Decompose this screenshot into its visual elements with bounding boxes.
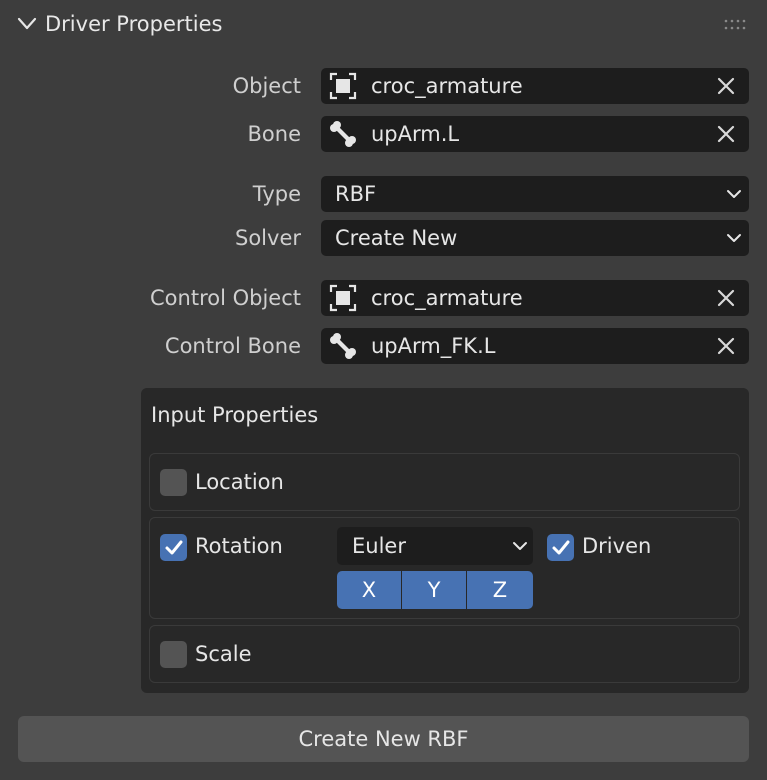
dropdown-icon	[513, 542, 527, 550]
close-icon[interactable]	[715, 123, 737, 145]
object-icon	[328, 71, 358, 101]
control-bone-label: Control Bone	[164, 334, 301, 358]
scale-checkbox[interactable]	[160, 641, 187, 668]
input-properties-title: Input Properties	[151, 403, 319, 427]
bone-value: upArm.L	[371, 122, 460, 146]
close-icon[interactable]	[715, 335, 737, 357]
panel-header[interactable]: Driver Properties	[0, 0, 767, 54]
object-icon	[328, 283, 358, 313]
location-label: Location	[195, 470, 284, 494]
type-label: Type	[252, 182, 301, 206]
object-value: croc_armature	[371, 74, 523, 98]
scale-label: Scale	[195, 642, 252, 666]
axis-y-toggle[interactable]: Y	[402, 571, 466, 609]
control-object-field[interactable]: croc_armature	[321, 280, 749, 316]
rotation-checkbox[interactable]	[160, 534, 187, 561]
bone-label: Bone	[247, 122, 301, 146]
driven-checkbox[interactable]	[547, 534, 574, 561]
create-new-rbf-button[interactable]: Create New RBF	[18, 716, 749, 762]
axis-x-toggle[interactable]: X	[337, 571, 401, 609]
control-object-value: croc_armature	[371, 286, 523, 310]
solver-value: Create New	[335, 226, 458, 250]
grip-icon[interactable]	[724, 18, 750, 32]
rotation-mode-select[interactable]: Euler	[337, 527, 533, 565]
control-bone-value: upArm_FK.L	[371, 334, 496, 358]
solver-label: Solver	[235, 226, 301, 250]
rotation-mode-value: Euler	[352, 534, 406, 558]
object-label: Object	[232, 74, 301, 98]
type-value: RBF	[335, 182, 377, 206]
checkmark-icon	[552, 540, 569, 554]
dropdown-icon	[727, 234, 741, 242]
panel-title: Driver Properties	[45, 12, 223, 36]
control-bone-field[interactable]: upArm_FK.L	[321, 328, 749, 364]
bone-field[interactable]: upArm.L	[321, 116, 749, 152]
object-field[interactable]: croc_armature	[321, 68, 749, 104]
type-select[interactable]: RBF	[321, 176, 749, 212]
close-icon[interactable]	[715, 75, 737, 97]
bone-icon	[328, 331, 358, 361]
solver-select[interactable]: Create New	[321, 220, 749, 256]
driven-label: Driven	[582, 534, 652, 558]
chevron-down-icon	[17, 17, 37, 30]
location-checkbox[interactable]	[160, 469, 187, 496]
rotation-label: Rotation	[195, 534, 283, 558]
dropdown-icon	[727, 190, 741, 198]
axis-z-toggle[interactable]: Z	[467, 571, 533, 609]
control-object-label: Control Object	[150, 286, 301, 310]
close-icon[interactable]	[715, 287, 737, 309]
bone-icon	[328, 119, 358, 149]
checkmark-icon	[165, 540, 182, 554]
